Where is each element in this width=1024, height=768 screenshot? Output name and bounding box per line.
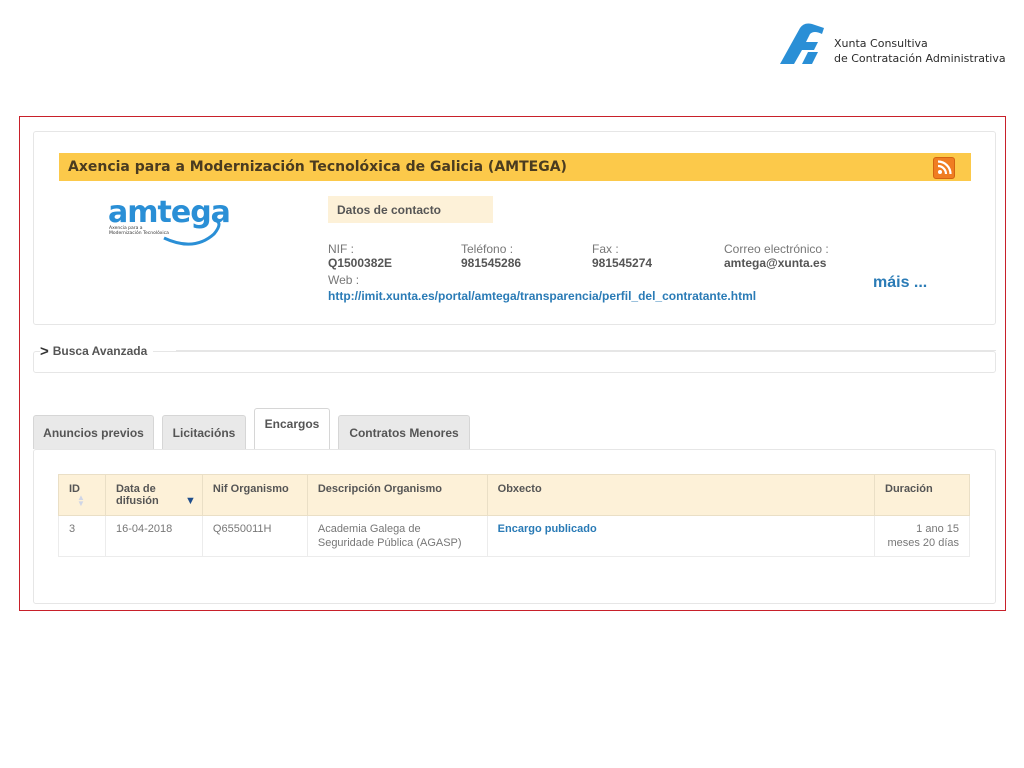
sort-desc-icon: ▼ xyxy=(185,495,196,507)
contact-heading-box: Datos de contacto xyxy=(328,196,493,223)
cell-object-link[interactable]: Encargo publicado xyxy=(486,515,876,558)
cell-duration: 1 ano 15 meses 20 días xyxy=(874,515,970,558)
column-header-id[interactable]: ID▲ ▼ xyxy=(58,473,106,517)
column-header-duration[interactable]: Duración xyxy=(874,473,970,517)
nif-label: NIF : xyxy=(328,242,354,256)
tab-contratos-menores[interactable]: Contratos Menores xyxy=(338,415,470,449)
column-header-nif[interactable]: Nif Organismo xyxy=(201,473,308,517)
tab-anuncios-previos[interactable]: Anuncios previos xyxy=(33,415,154,449)
cell-description: Academia Galega de Seguridade Pública (A… xyxy=(306,515,488,558)
advanced-search-toggle[interactable]: > Busca Avanzada xyxy=(40,342,154,360)
cell-nif: Q6550011H xyxy=(201,515,308,558)
rss-icon[interactable] xyxy=(933,157,955,179)
amtega-logo: amtega Axencia para a Modernización Tecn… xyxy=(106,192,256,252)
org-line-2: de Contratación Administrativa xyxy=(834,52,1006,65)
tab-licitacions[interactable]: Licitacións xyxy=(162,415,246,449)
busca-panel xyxy=(33,351,996,373)
column-header-object[interactable]: Obxecto xyxy=(486,473,876,517)
web-link[interactable]: http://imit.xunta.es/portal/amtega/trans… xyxy=(328,289,756,303)
chevron-right-icon: > xyxy=(40,343,49,360)
web-label: Web : xyxy=(328,273,360,287)
table-row[interactable]: 3 16-04-2018 Q6550011H Academia Galega d… xyxy=(58,515,970,558)
xunta-mark-icon xyxy=(780,23,824,64)
column-header-description[interactable]: Descripción Organismo xyxy=(306,473,488,517)
sort-icon: ▲ ▼ xyxy=(77,493,85,509)
xunta-logo: Xunta Consultiva de Contratación Adminis… xyxy=(778,22,1018,70)
phone-value: 981545286 xyxy=(461,256,522,270)
tab-encargos[interactable]: Encargos xyxy=(254,408,330,449)
xunta-org-name: Xunta Consultiva de Contratación Adminis… xyxy=(834,36,1006,66)
email-value: amtega@xunta.es xyxy=(724,256,827,270)
fax-value: 981545274 xyxy=(592,256,653,270)
column-header-date[interactable]: Data de difusión ▼ xyxy=(104,473,203,517)
profile-title-bar: Axencia para a Modernización Tecnolóxica… xyxy=(59,153,971,181)
advanced-search-label: Busca Avanzada xyxy=(52,344,148,358)
phone-label: Teléfono : xyxy=(461,242,514,256)
more-link[interactable]: máis ... xyxy=(873,274,927,292)
fax-label: Fax : xyxy=(592,242,619,256)
cell-id: 3 xyxy=(58,515,106,558)
contact-heading: Datos de contacto xyxy=(337,203,442,217)
encargos-table: ID▲ ▼ Data de difusión ▼ Nif Organismo Des… xyxy=(58,473,970,558)
nif-value: Q1500382E xyxy=(328,256,393,270)
logo-text: amtega xyxy=(108,195,230,230)
column-label-date: Data de difusión xyxy=(115,483,159,507)
logo-subtext-2: Modernización Tecnolóxica xyxy=(109,229,169,236)
email-label: Correo electrónico : xyxy=(724,242,829,256)
profile-title: Axencia para a Modernización Tecnolóxica… xyxy=(68,159,567,175)
cell-date: 16-04-2018 xyxy=(104,515,203,558)
org-line-1: Xunta Consultiva xyxy=(834,37,928,50)
table-header-row: ID▲ ▼ Data de difusión ▼ Nif Organismo Des… xyxy=(58,473,970,517)
